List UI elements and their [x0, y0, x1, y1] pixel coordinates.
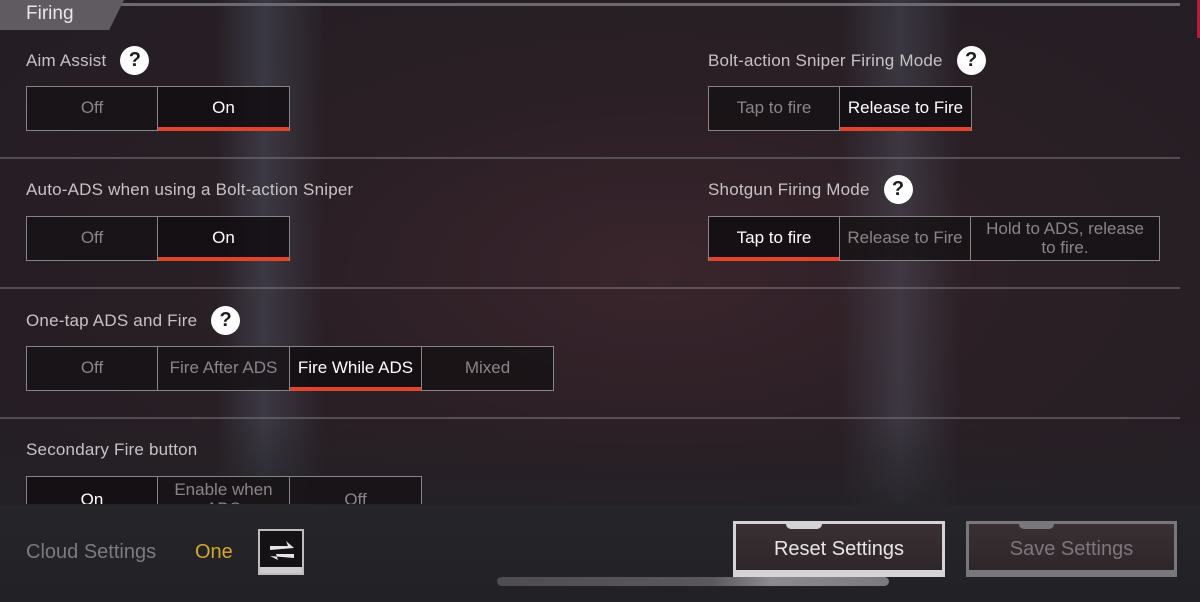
cloud-settings-label: Cloud Settings [26, 541, 157, 563]
one-tap-option-fire-after-ads[interactable]: Fire After ADS [158, 347, 290, 390]
one-tap-option-mixed[interactable]: Mixed [422, 347, 553, 390]
help-icon[interactable]: ? [883, 175, 913, 204]
auto-ads-label: Auto-ADS when using a Bolt-action Sniper [26, 180, 353, 200]
auto-ads-label-text: Auto-ADS when using a Bolt-action Sniper [26, 180, 354, 199]
secondary-fire-label: Secondary Fire button [26, 440, 197, 460]
shotgun-mode-selector: Tap to fire Release to Fire Hold to ADS,… [708, 216, 1160, 261]
save-settings-label: Save Settings [1009, 537, 1134, 560]
shotgun-option-hold-ads[interactable]: Hold to ADS, release to fire. [971, 217, 1159, 260]
aim-assist-label-text: Aim Assist [26, 50, 107, 70]
section-header-line [110, 3, 1180, 6]
aim-assist-option-off[interactable]: Off [27, 87, 158, 130]
divider [0, 287, 1180, 289]
firing-settings-panel: Firing Aim Assist ? Off On Bolt-action S… [0, 0, 1200, 602]
secondary-fire-option-enable-when-ads[interactable]: Enable when ADS [158, 477, 290, 504]
swap-cloud-settings-button[interactable] [258, 529, 304, 575]
aim-assist-label: Aim Assist ? [26, 46, 150, 75]
help-icon[interactable]: ? [120, 46, 150, 75]
reset-settings-button[interactable]: Reset Settings [733, 521, 945, 577]
auto-ads-option-on[interactable]: On [158, 217, 289, 261]
section-title: Firing [26, 3, 74, 24]
shotgun-option-tap[interactable]: Tap to fire [709, 217, 840, 261]
one-tap-option-off[interactable]: Off [27, 347, 158, 390]
shotgun-mode-label: Shotgun Firing Mode ? [708, 175, 913, 204]
divider [0, 417, 1180, 419]
aim-assist-selector: Off On [26, 86, 290, 131]
shotgun-mode-label-text: Shotgun Firing Mode [708, 179, 870, 199]
bolt-sniper-mode-label: Bolt-action Sniper Firing Mode ? [708, 46, 986, 75]
one-tap-option-fire-while-ads[interactable]: Fire While ADS [290, 347, 422, 391]
swap-arrows-icon [270, 541, 294, 560]
shotgun-option-release[interactable]: Release to Fire [840, 217, 971, 260]
bolt-sniper-mode-label-text: Bolt-action Sniper Firing Mode [708, 50, 943, 70]
one-tap-ads-label-text: One-tap ADS and Fire [26, 310, 198, 330]
secondary-fire-option-on[interactable]: On [27, 477, 158, 504]
one-tap-ads-label: One-tap ADS and Fire ? [26, 306, 241, 335]
auto-ads-selector: Off On [26, 216, 290, 261]
aim-assist-option-on[interactable]: On [158, 87, 289, 131]
horizontal-scrollbar[interactable] [497, 577, 889, 586]
help-icon[interactable]: ? [211, 306, 241, 335]
secondary-fire-selector: On Enable when ADS Off [26, 476, 422, 504]
help-icon[interactable]: ? [956, 46, 986, 75]
secondary-fire-option-off[interactable]: Off [290, 477, 421, 504]
bolt-sniper-option-release[interactable]: Release to Fire [840, 87, 971, 131]
auto-ads-option-off[interactable]: Off [27, 217, 158, 260]
section-header: Firing [0, 0, 1180, 30]
bolt-sniper-option-tap[interactable]: Tap to fire [709, 87, 840, 130]
save-settings-button[interactable]: Save Settings [966, 521, 1177, 577]
cloud-settings-value: One [195, 541, 233, 563]
reset-settings-label: Reset Settings [773, 537, 905, 560]
secondary-fire-label-text: Secondary Fire button [26, 440, 198, 459]
bolt-sniper-mode-selector: Tap to fire Release to Fire [708, 86, 972, 131]
divider [0, 157, 1180, 159]
one-tap-ads-selector: Off Fire After ADS Fire While ADS Mixed [26, 346, 554, 391]
